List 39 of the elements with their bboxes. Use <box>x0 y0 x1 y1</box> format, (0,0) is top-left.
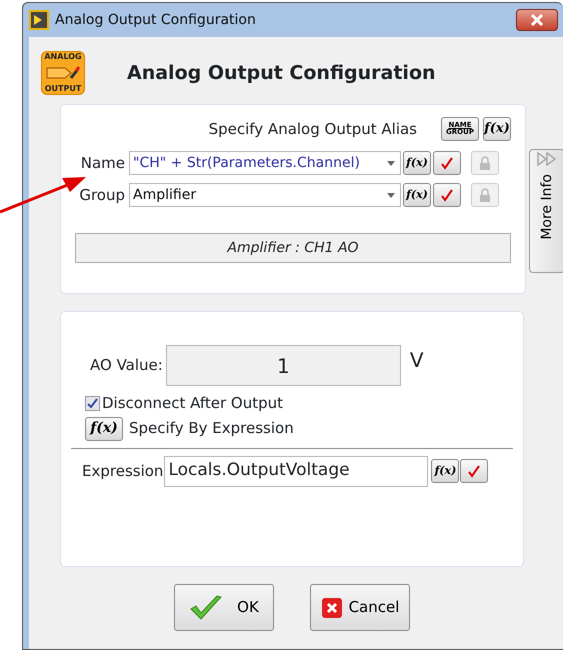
alias-preview: Amplifier : CH1 AO <box>75 233 511 263</box>
lock-icon <box>479 156 491 170</box>
ok-button[interactable]: OK <box>174 584 274 631</box>
close-icon <box>530 14 544 26</box>
check-button[interactable] <box>460 459 488 483</box>
close-icon <box>320 596 343 618</box>
option-label: Specify By Expression <box>129 418 294 440</box>
checkmark-icon <box>467 464 482 478</box>
ao-value-field[interactable]: 1 <box>166 345 401 386</box>
checkbox[interactable] <box>85 396 100 411</box>
expression-button[interactable]: f(x) <box>403 151 431 175</box>
expression-button[interactable]: f(x) <box>431 459 460 483</box>
expression-button[interactable]: f(x) <box>85 416 123 440</box>
field-label: AO Value: <box>90 355 163 376</box>
unit-label: V <box>410 347 424 374</box>
check-button[interactable] <box>433 183 461 207</box>
field-label: Name <box>80 152 125 174</box>
checkmark-icon <box>440 188 454 202</box>
check-button[interactable] <box>433 151 461 175</box>
expression-button[interactable]: f(x) <box>403 183 431 207</box>
expression-field[interactable]: Locals.OutputVoltage <box>164 456 428 486</box>
double-arrow-icon <box>536 152 558 166</box>
section-heading: Specify Analog Output Alias <box>208 118 417 140</box>
field-label: Expression <box>82 460 164 482</box>
more-info-tab[interactable]: More Info <box>529 149 563 273</box>
combo-box[interactable]: Amplifier <box>129 183 401 207</box>
lock-icon <box>479 188 491 202</box>
expression-button[interactable]: f(x) <box>483 117 511 141</box>
cancel-button[interactable]: Cancel <box>310 584 410 631</box>
window-title: Analog Output Configuration <box>55 10 256 30</box>
close-button[interactable] <box>516 9 558 31</box>
checkmark-icon <box>189 594 224 622</box>
combo-box[interactable]: "CH" + Str(Parameters.Channel) <box>129 151 401 175</box>
dialog-title: Analog Output Configuration <box>127 62 436 84</box>
analog-output-icon: ANALOG OUTPUT <box>41 51 85 95</box>
field-label: Group <box>78 184 125 206</box>
checkbox-label: Disconnect After Output <box>102 393 283 414</box>
app-icon <box>29 10 49 30</box>
checkmark-icon <box>440 156 454 170</box>
